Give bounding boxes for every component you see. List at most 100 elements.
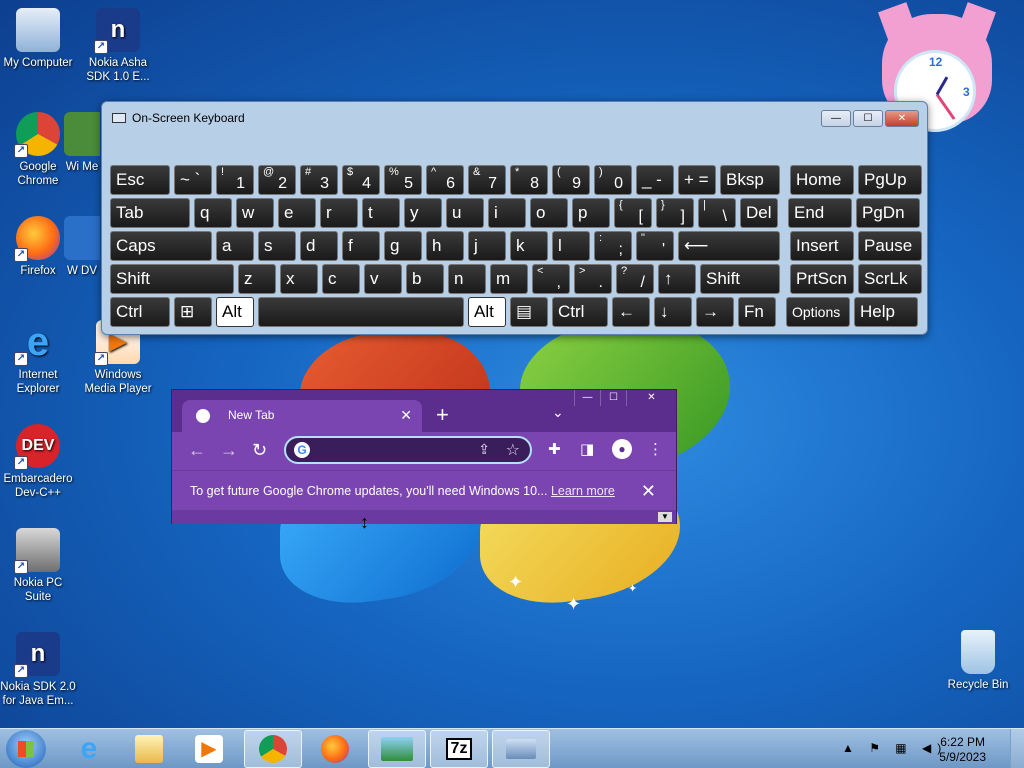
desktop-icon-partial-wi[interactable]: Wi Me (64, 112, 100, 174)
osk-key[interactable]: u (446, 198, 484, 228)
osk-key[interactable]: ) 0 (594, 165, 632, 195)
taskbar-7zip[interactable]: 7z (430, 730, 488, 768)
osk-key[interactable]: PgDn (856, 198, 920, 228)
taskbar-media-player[interactable]: ▶ (180, 730, 238, 768)
osk-key[interactable]: ⊞ (174, 297, 212, 327)
osk-key[interactable] (258, 297, 464, 327)
reload-icon[interactable]: ↻ (252, 440, 267, 461)
learn-more-link[interactable]: Learn more (551, 484, 615, 498)
osk-key[interactable]: Pause (858, 231, 922, 261)
tab-close-icon[interactable]: ✕ (400, 400, 412, 430)
desktop-icon-nokia-pc-suite[interactable]: ↗ Nokia PC Suite (0, 528, 76, 604)
chrome-close-button[interactable]: ✕ (626, 390, 676, 406)
osk-key[interactable]: (9 (552, 165, 590, 195)
desktop-icon-nokia-asha[interactable]: n ↗ Nokia Asha SDK 1.0 E... (80, 8, 156, 84)
osk-key[interactable]: Fn (738, 297, 776, 327)
infobar-close-icon[interactable]: ✕ (641, 471, 656, 511)
minimize-button[interactable]: — (821, 110, 851, 127)
extensions-icon[interactable]: ✚ (548, 440, 561, 458)
osk-key[interactable]: Ctrl (552, 297, 608, 327)
address-bar[interactable]: G ⇪ ☆ (284, 436, 532, 464)
osk-key[interactable]: h (426, 231, 464, 261)
osk-key[interactable]: {[ (614, 198, 652, 228)
tab-search-chevron-icon[interactable]: ⌄ (552, 404, 564, 421)
desktop-icon-nokia-sdk-java[interactable]: n ↗ Nokia SDK 2.0 for Java Em... (0, 632, 76, 708)
taskbar-on-screen-keyboard[interactable] (492, 730, 550, 768)
osk-key[interactable]: c (322, 264, 360, 294)
osk-key[interactable]: _ - (636, 165, 674, 195)
osk-key[interactable]: Del (740, 198, 778, 228)
osk-key[interactable]: :; (594, 231, 632, 261)
desktop-icon-my-computer[interactable]: My Computer (0, 8, 76, 70)
osk-key[interactable]: ~ ` (174, 165, 212, 195)
tab-new-tab[interactable]: New Tab ✕ (182, 400, 422, 432)
osk-key[interactable]: o (530, 198, 568, 228)
osk-key[interactable]: y (404, 198, 442, 228)
desktop-icon-dev-cpp[interactable]: DEV ↗ Embarcadero Dev-C++ (0, 424, 76, 500)
side-panel-icon[interactable]: ◨ (580, 440, 594, 458)
osk-key[interactable]: PrtScn (790, 264, 854, 294)
menu-kebab-icon[interactable]: ⋮ (648, 440, 663, 458)
osk-key[interactable]: }] (656, 198, 694, 228)
taskbar-windows-explorer[interactable] (120, 730, 178, 768)
osk-key[interactable]: i (488, 198, 526, 228)
osk-key[interactable]: Tab (110, 198, 190, 228)
osk-key[interactable]: s (258, 231, 296, 261)
osk-key[interactable]: >. (574, 264, 612, 294)
forward-icon[interactable]: → (220, 440, 238, 461)
tray-icons[interactable]: ▲ ⚑ ▦ ◀) (842, 741, 947, 755)
osk-key[interactable]: " ' (636, 231, 674, 261)
osk-key[interactable]: PgUp (858, 165, 922, 195)
osk-key[interactable]: m (490, 264, 528, 294)
osk-key[interactable]: p (572, 198, 610, 228)
show-desktop-button[interactable] (1010, 729, 1024, 768)
osk-key[interactable]: ↑ (658, 264, 696, 294)
osk-key[interactable]: * 8 (510, 165, 548, 195)
osk-key[interactable]: <, (532, 264, 570, 294)
osk-key[interactable]: Caps (110, 231, 212, 261)
on-screen-keyboard-window[interactable]: On-Screen Keyboard — ☐ ✕ Esc ~ `! 1 @2 #3 $4%… (101, 101, 928, 335)
osk-key[interactable]: Options (786, 297, 850, 327)
osk-key[interactable]: → (696, 297, 734, 327)
taskbar-google-chrome[interactable] (244, 730, 302, 768)
osk-key[interactable]: f (342, 231, 380, 261)
osk-key[interactable]: v (364, 264, 402, 294)
osk-key[interactable]: b (406, 264, 444, 294)
osk-key[interactable]: End (788, 198, 852, 228)
osk-key[interactable]: ^ 6 (426, 165, 464, 195)
taskbar-picture-viewer[interactable] (368, 730, 426, 768)
osk-key[interactable]: ↓ (654, 297, 692, 327)
osk-key[interactable]: #3 (300, 165, 338, 195)
osk-title-bar[interactable]: On-Screen Keyboard (102, 102, 927, 134)
osk-key[interactable]: | \ (698, 198, 736, 228)
start-button[interactable] (6, 730, 46, 768)
osk-key[interactable]: Alt (468, 297, 506, 327)
osk-key[interactable]: ! 1 (216, 165, 254, 195)
osk-key[interactable]: Insert (790, 231, 854, 261)
osk-key[interactable]: Bksp (720, 165, 780, 195)
osk-key[interactable]: + = (678, 165, 716, 195)
osk-key[interactable]: g (384, 231, 422, 261)
osk-key[interactable]: t (362, 198, 400, 228)
chrome-window[interactable]: New Tab ✕ + ⌄ — ☐ ✕ ← → ↻ G ⇪ ☆ ✚ ◨ ● ⋮ … (171, 389, 677, 524)
desktop-icon-internet-explorer[interactable]: e ↗ Internet Explorer (0, 320, 76, 396)
osk-key[interactable]: z (238, 264, 276, 294)
osk-key[interactable]: Esc (110, 165, 170, 195)
maximize-button[interactable]: ☐ (853, 110, 883, 127)
profile-avatar-icon[interactable]: ● (612, 439, 632, 459)
share-icon[interactable]: ⇪ (478, 441, 490, 458)
desktop-icon-recycle-bin[interactable]: Recycle Bin (940, 630, 1016, 692)
osk-key[interactable]: k (510, 231, 548, 261)
osk-key[interactable]: d (300, 231, 338, 261)
desktop-icon-partial-wdv[interactable]: W DV (64, 216, 100, 278)
osk-key[interactable]: e (278, 198, 316, 228)
chrome-maximize-button[interactable]: ☐ (600, 390, 626, 406)
osk-key[interactable]: % 5 (384, 165, 422, 195)
osk-key[interactable]: Ctrl (110, 297, 170, 327)
taskbar-internet-explorer[interactable]: e (60, 730, 118, 768)
close-button[interactable]: ✕ (885, 110, 919, 127)
tray-clock[interactable]: 6:22 PM 5/9/2023 (939, 735, 986, 765)
chrome-minimize-button[interactable]: — (574, 390, 600, 406)
osk-key[interactable]: ? / (616, 264, 654, 294)
osk-key[interactable]: Alt (216, 297, 254, 327)
